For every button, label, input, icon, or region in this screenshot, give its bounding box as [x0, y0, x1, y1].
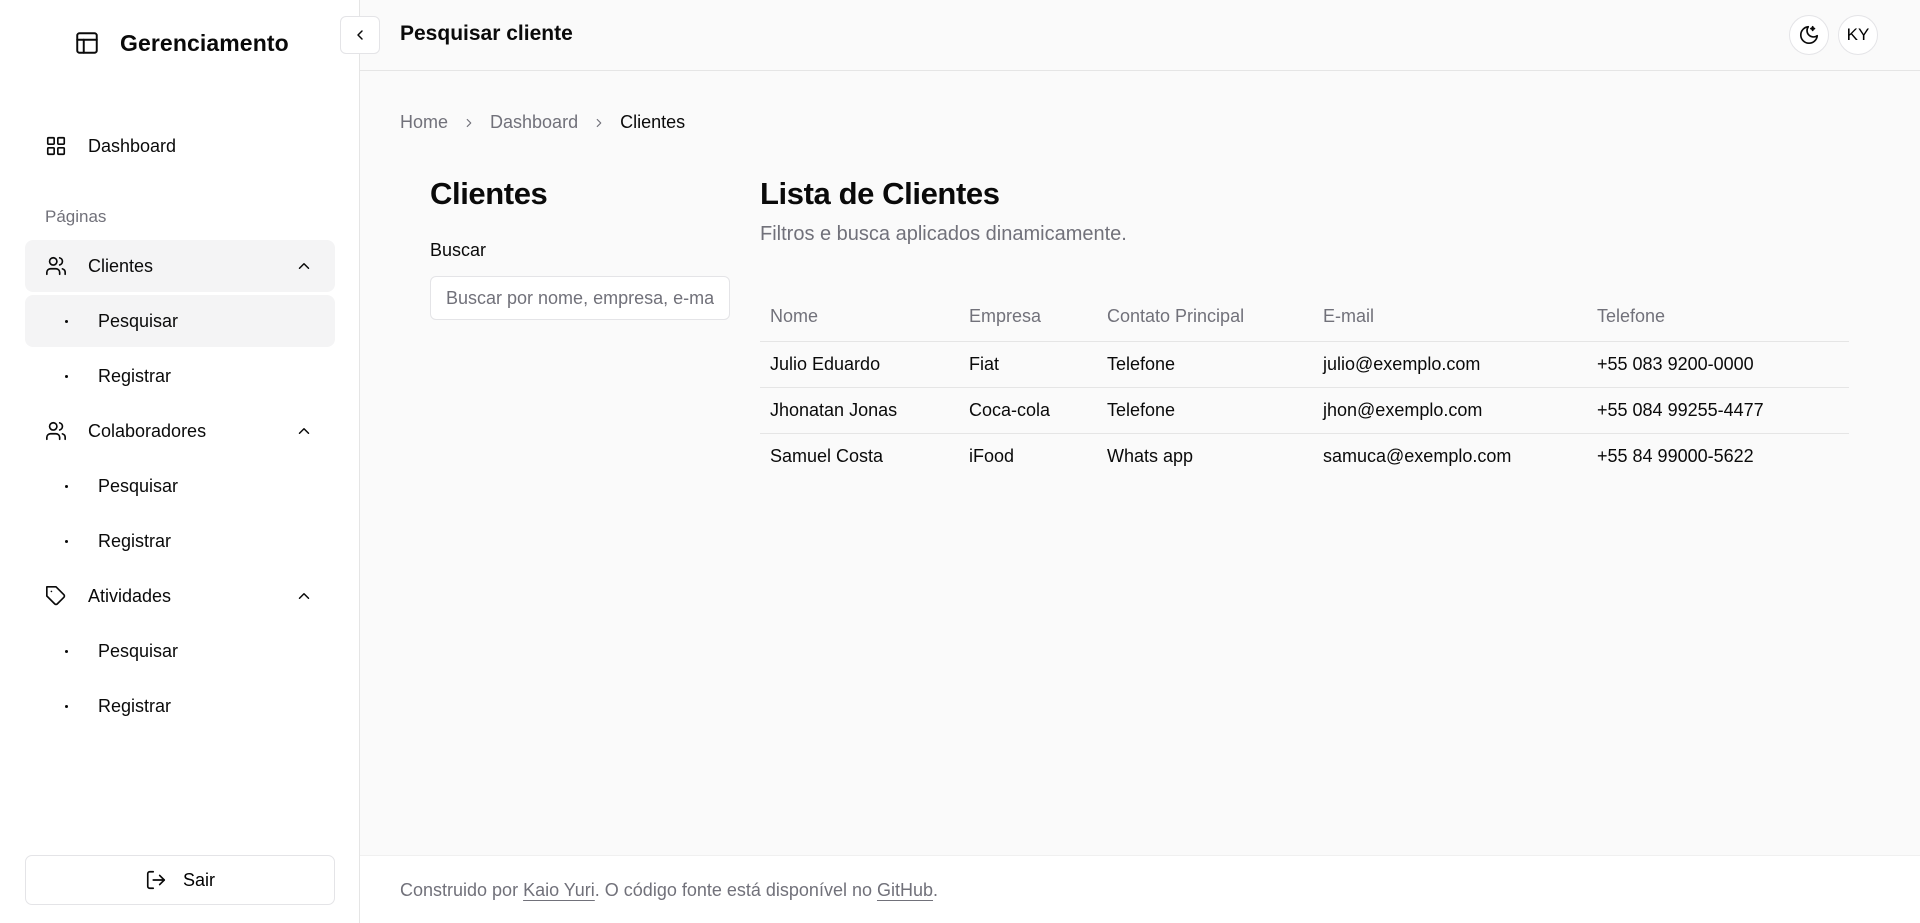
grid-icon [46, 136, 66, 156]
sidebar-item-label: Registrar [98, 365, 172, 386]
sidebar-item-dashboard[interactable]: Dashboard [25, 120, 335, 172]
footer: Construido por Kaio Yuri. O código fonte… [360, 855, 1920, 923]
bullet-dot [65, 375, 68, 378]
breadcrumb: Home Dashboard Clientes [400, 112, 685, 133]
page-title: Pesquisar cliente [400, 22, 573, 45]
bullet-dot [65, 320, 68, 323]
cell-telefone: +55 84 99000-5622 [1597, 445, 1754, 466]
users-icon [46, 256, 66, 276]
breadcrumb-dashboard[interactable]: Dashboard [490, 112, 578, 133]
users-icon [46, 421, 66, 441]
table-row[interactable]: Samuel Costa iFood Whats app samuca@exem… [760, 433, 1849, 479]
chevron-up-icon [298, 593, 310, 599]
footer-suffix: . [933, 880, 939, 900]
sidebar-item-label: Pesquisar [98, 640, 179, 661]
footer-prefix: Construido por [400, 880, 524, 900]
moon-stars-icon [1799, 25, 1819, 45]
sidebar-item-label: Registrar [98, 530, 172, 551]
logout-label: Sair [182, 869, 215, 890]
sidebar-item-label: Dashboard [88, 135, 177, 156]
sidebar-item-label: Pesquisar [98, 475, 179, 496]
clients-table: Nome Empresa Contato Principal E-mail Te… [760, 292, 1849, 479]
list-subtitle: Filtros e busca aplicados dinamicamente. [760, 223, 1127, 245]
bullet-dot [65, 540, 68, 543]
chevron-right-icon [466, 118, 472, 127]
author-link[interactable]: Kaio Yuri [523, 880, 595, 900]
breadcrumb-current: Clientes [620, 112, 686, 132]
sidebar-group-label: Atividades [88, 585, 172, 606]
column-header-contato[interactable]: Contato Principal [1097, 292, 1313, 342]
cell-telefone: +55 083 9200-0000 [1587, 341, 1849, 388]
chevron-up-icon [298, 263, 310, 269]
sidebar-item-label: Pesquisar [98, 310, 179, 331]
sidebar: Gerenciamento Dashboard Páginas Clientes… [0, 0, 360, 923]
list-title: Lista de Clientes [760, 176, 1000, 211]
section-label-paginas: Páginas [45, 207, 107, 226]
avatar[interactable]: KY [1838, 15, 1878, 55]
sidebar-group-atividades[interactable]: Atividades [25, 570, 335, 622]
column-header-email[interactable]: E-mail [1313, 292, 1587, 342]
chevron-up-icon [298, 428, 310, 434]
cell-empresa: Coca-cola [959, 387, 1097, 434]
column-header-telefone[interactable]: Telefone [1587, 292, 1849, 342]
cell-nome: Samuel Costa [770, 445, 884, 466]
bullet-dot [65, 485, 68, 488]
cell-nome: Julio Eduardo [760, 341, 959, 388]
bullet-dot [65, 650, 68, 653]
tag-icon [46, 586, 66, 606]
column-header-empresa[interactable]: Empresa [959, 292, 1097, 342]
filters-title: Clientes [430, 176, 548, 211]
breadcrumb-home[interactable]: Home [400, 112, 448, 133]
theme-toggle-button[interactable] [1789, 15, 1829, 55]
search-input[interactable] [430, 276, 730, 320]
footer-middle: . O código fonte está disponível no [594, 880, 877, 900]
cell-email: samuca@exemplo.com [1323, 445, 1512, 466]
logout-button[interactable]: Sair [25, 855, 335, 905]
sidebar-group-clientes[interactable]: Clientes [25, 240, 335, 292]
chevron-left-icon [357, 30, 363, 40]
cell-empresa: Fiat [959, 341, 1097, 388]
topbar: Pesquisar cliente KY [340, 0, 1920, 71]
footer-text: Construido por Kaio Yuri. O código fonte… [400, 880, 938, 901]
github-link[interactable]: GitHub [877, 880, 933, 900]
bullet-dot [65, 705, 68, 708]
sidebar-item-label: Registrar [98, 695, 172, 716]
sidebar-item-colaboradores-registrar[interactable]: Registrar [25, 515, 335, 567]
sidebar-item-clientes-registrar[interactable]: Registrar [25, 350, 335, 402]
sidebar-group-colaboradores[interactable]: Colaboradores [25, 405, 335, 457]
collapse-sidebar-button[interactable] [340, 16, 380, 54]
logout-icon [146, 870, 166, 890]
brand-title: Gerenciamento [120, 29, 289, 56]
table-header-row: Nome Empresa Contato Principal E-mail Te… [760, 292, 1849, 342]
chevron-right-icon [596, 118, 602, 127]
column-header-nome[interactable]: Nome [760, 292, 959, 342]
sidebar-item-atividades-pesquisar[interactable]: Pesquisar [25, 625, 335, 677]
sidebar-item-atividades-registrar[interactable]: Registrar [25, 680, 335, 732]
search-label: Buscar [430, 240, 487, 260]
sidebar-item-clientes-pesquisar[interactable]: Pesquisar [25, 295, 335, 347]
sidebar-group-label: Clientes [88, 255, 154, 276]
cell-telefone: +55 084 99255-4477 [1587, 387, 1849, 434]
cell-contato: Telefone [1097, 387, 1313, 434]
table-row[interactable]: Julio Eduardo Fiat Telefone julio@exempl… [760, 341, 1849, 388]
layout-icon [76, 32, 98, 54]
cell-contato: Telefone [1097, 341, 1313, 388]
cell-nome: Jhonatan Jonas [760, 387, 959, 434]
table-row[interactable]: Jhonatan Jonas Coca-cola Telefone jhon@e… [760, 387, 1849, 434]
brand: Gerenciamento [74, 26, 289, 60]
cell-contato: Whats app [1107, 445, 1194, 466]
cell-empresa: iFood [969, 445, 1015, 466]
sidebar-item-colaboradores-pesquisar[interactable]: Pesquisar [25, 460, 335, 512]
cell-email: jhon@exemplo.com [1313, 387, 1587, 434]
sidebar-group-label: Colaboradores [88, 420, 207, 441]
cell-email: julio@exemplo.com [1313, 341, 1587, 388]
